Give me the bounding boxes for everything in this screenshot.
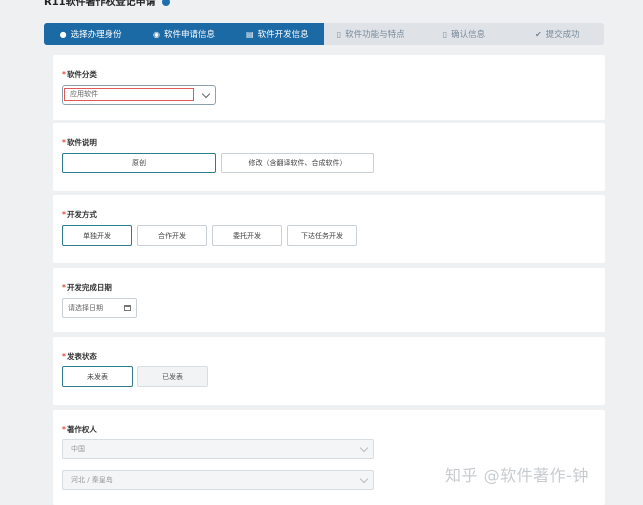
option-assigned-task-dev[interactable]: 下达任务开发 bbox=[287, 225, 357, 246]
step-development-info[interactable]: ▤ 软件开发信息 bbox=[230, 23, 324, 45]
step-application-info[interactable]: ◉ 软件申请信息 bbox=[137, 23, 231, 45]
user-icon: ● bbox=[59, 29, 67, 39]
option-original[interactable]: 原创 bbox=[62, 153, 216, 173]
check-circle-icon: ✔ bbox=[534, 29, 542, 39]
help-icon[interactable] bbox=[161, 0, 170, 6]
country-select[interactable]: 中国 bbox=[62, 439, 374, 459]
chevron-down-icon bbox=[359, 474, 369, 484]
option-modified[interactable]: 修改（含翻译软件、合成软件） bbox=[221, 153, 374, 173]
document-icon: ▯ bbox=[336, 29, 342, 39]
section-completion-date: *开发完成日期 请选择日期 bbox=[53, 268, 605, 332]
option-unpublished[interactable]: 未发表 bbox=[62, 366, 133, 387]
step-confirm[interactable]: ▯ 确认信息 bbox=[417, 23, 510, 45]
option-commissioned-dev[interactable]: 委托开发 bbox=[212, 225, 282, 246]
calendar-icon bbox=[124, 305, 131, 311]
step-submitted[interactable]: ✔ 提交成功 bbox=[511, 23, 604, 45]
description-label: *软件说明 bbox=[62, 138, 97, 147]
section-publish-status: *发表状态 未发表 已发表 bbox=[53, 337, 605, 405]
form-icon: ▤ bbox=[246, 29, 254, 39]
completion-date-input[interactable]: 请选择日期 bbox=[62, 298, 137, 318]
chevron-down-icon bbox=[359, 443, 369, 453]
step-features[interactable]: ▯ 软件功能与特点 bbox=[324, 23, 417, 45]
section-dev-method: *开发方式 单独开发 合作开发 委托开发 下达任务开发 bbox=[53, 195, 605, 263]
page-title: R11软件著作权登记申请 bbox=[44, 0, 170, 9]
section-description: *软件说明 原创 修改（含翻译软件、合成软件） bbox=[53, 123, 605, 191]
dev-method-label: *开发方式 bbox=[62, 210, 97, 219]
option-published[interactable]: 已发表 bbox=[137, 366, 208, 387]
completion-date-label: *开发完成日期 bbox=[62, 283, 112, 292]
step-select-identity[interactable]: ● 选择办理身份 bbox=[44, 23, 138, 45]
publish-status-label: *发表状态 bbox=[62, 352, 97, 361]
section-category: *软件分类 应用软件 bbox=[53, 55, 605, 120]
location-icon: ◉ bbox=[152, 29, 160, 39]
step-progress-bar: ● 选择办理身份 ◉ 软件申请信息 ▤ 软件开发信息 ▯ 软件功能与特点 ▯ 确… bbox=[44, 23, 604, 45]
document-icon: ▯ bbox=[442, 29, 448, 39]
chevron-down-icon bbox=[201, 89, 211, 99]
copyright-holder-label: *著作权人 bbox=[62, 425, 97, 434]
watermark: 知乎 @软件著作-钟 bbox=[445, 466, 589, 485]
section-copyright-holder: *著作权人 中国 河北 / 秦皇岛 bbox=[53, 410, 605, 505]
category-value: 应用软件 bbox=[64, 88, 194, 101]
category-select[interactable]: 应用软件 bbox=[62, 85, 216, 105]
category-label: *软件分类 bbox=[62, 70, 97, 79]
option-cooperative-dev[interactable]: 合作开发 bbox=[137, 225, 207, 246]
region-select[interactable]: 河北 / 秦皇岛 bbox=[62, 470, 374, 490]
option-independent-dev[interactable]: 单独开发 bbox=[62, 225, 132, 246]
